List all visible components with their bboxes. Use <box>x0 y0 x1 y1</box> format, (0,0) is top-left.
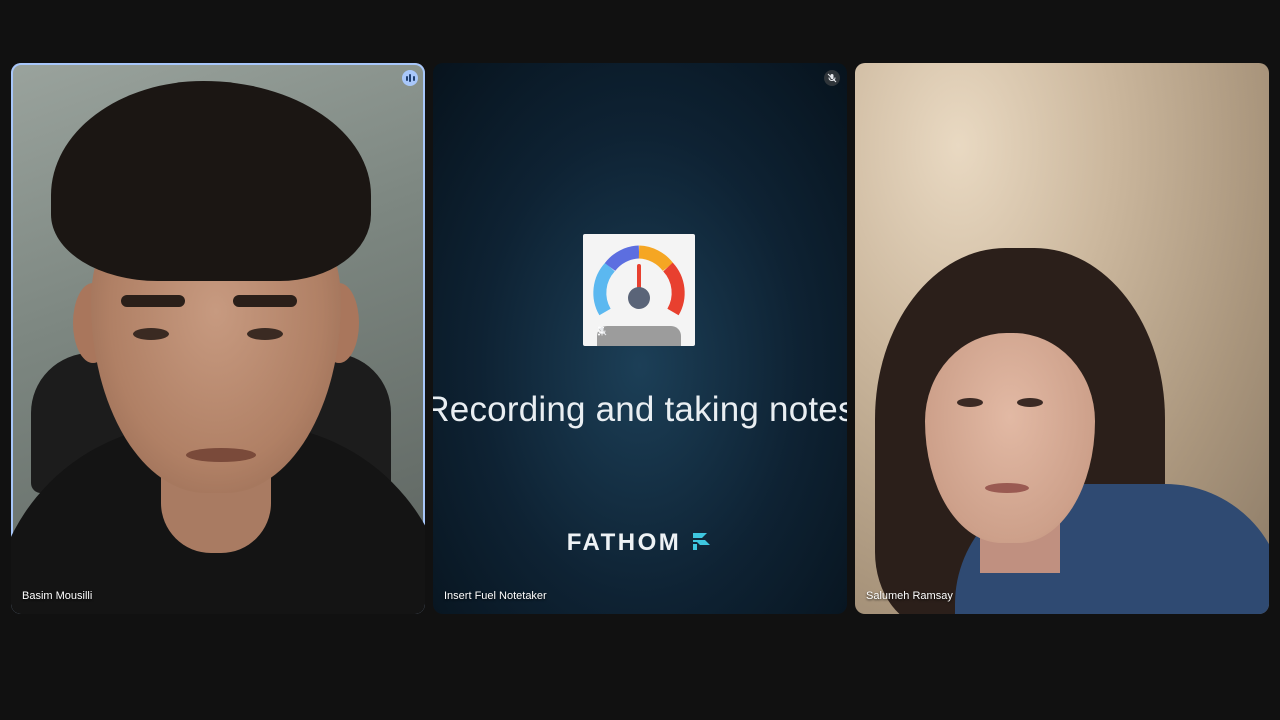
speaking-indicator-icon <box>402 70 418 86</box>
participant-name: Salumeh Ramsay <box>866 590 953 602</box>
recording-status-text: Recording and taking notes <box>433 390 847 429</box>
participant-name: Basim Mousilli <box>22 590 93 602</box>
brand-name: FATHOM <box>566 529 682 556</box>
participant-tile-basim[interactable]: Basim Mousilli <box>11 63 425 614</box>
participant-tile-notetaker[interactable]: Recording and taking notes FATHOM Insert… <box>433 63 847 614</box>
tile-hover-controls[interactable] <box>597 326 681 346</box>
participant-tile-salumeh[interactable]: Salumeh Ramsay <box>855 63 1269 614</box>
participant-name: Insert Fuel Notetaker <box>444 590 547 602</box>
participant-video <box>855 63 1269 614</box>
meeting-stage: Basim Mousilli Recording and taking note… <box>0 0 1280 720</box>
fathom-mark-icon <box>691 530 713 557</box>
fathom-gauge-logo <box>583 234 695 346</box>
mic-off-icon <box>824 70 840 86</box>
fathom-brand: FATHOM <box>433 529 847 557</box>
participant-video <box>11 63 425 614</box>
